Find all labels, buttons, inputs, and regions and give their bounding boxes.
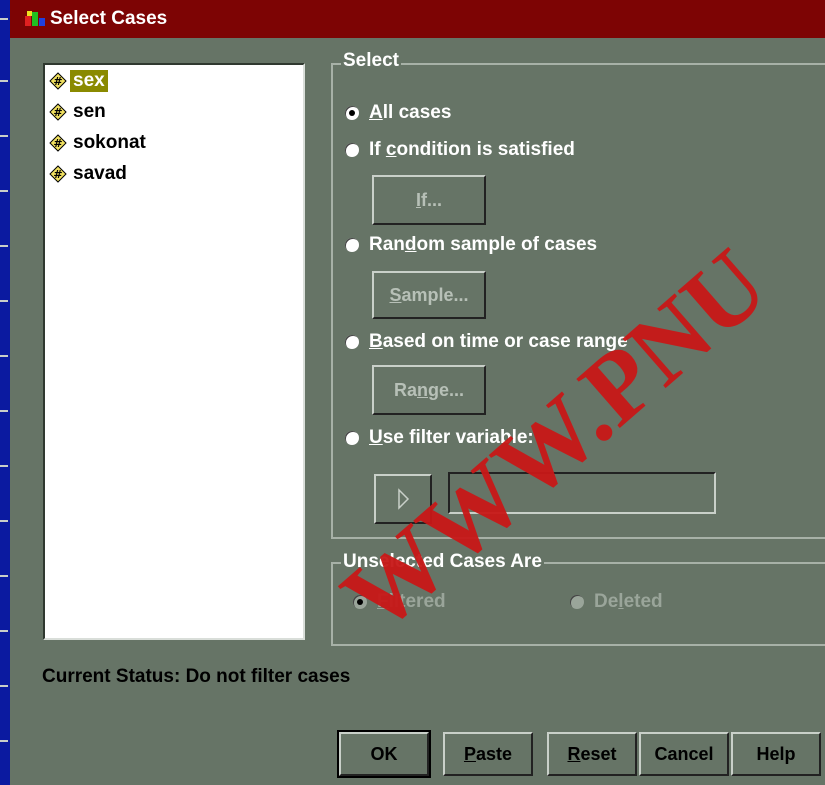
spss-app-icon <box>25 11 45 26</box>
radio-random-sample-label: Random sample of cases <box>369 234 598 255</box>
paste-button-label: Paste <box>463 743 513 764</box>
edge-tick <box>0 245 8 247</box>
edge-tick <box>0 80 8 82</box>
radio-deleted-label: Deleted <box>594 591 663 612</box>
radio-indicator[interactable] <box>345 106 359 120</box>
ok-button-label: OK <box>370 743 398 764</box>
radio-indicator[interactable] <box>345 143 359 157</box>
radio-random-sample[interactable]: Random sample of cases <box>345 234 597 256</box>
list-item[interactable]: # sen <box>49 99 109 125</box>
reset-button-label: Reset <box>567 743 617 764</box>
title-bar[interactable]: Select Cases <box>10 0 825 38</box>
sample-button[interactable]: Sample... <box>372 271 486 319</box>
range-button-label: Range... <box>393 379 465 400</box>
radio-if-condition-label: If condition is satisfied <box>369 139 575 160</box>
list-item-label: sen <box>73 101 106 122</box>
cancel-button[interactable]: Cancel <box>639 732 729 776</box>
if-button-label: If... <box>415 189 442 210</box>
radio-indicator[interactable] <box>345 431 359 445</box>
edge-tick <box>0 410 8 412</box>
list-item-label: sex <box>70 70 108 92</box>
select-cases-dialog: # sex # sen # sokonat # savad Select All cases … <box>10 38 825 785</box>
edge-tick <box>0 355 8 357</box>
svg-text:#: # <box>53 75 62 88</box>
window-left-edge <box>0 0 10 785</box>
svg-text:#: # <box>53 106 62 119</box>
numeric-variable-icon: # <box>49 134 67 152</box>
list-item[interactable]: # sokonat <box>49 130 149 156</box>
help-button-label: Help <box>756 743 796 764</box>
paste-button[interactable]: Paste <box>443 732 533 776</box>
svg-text:#: # <box>53 168 62 181</box>
radio-indicator[interactable] <box>345 238 359 252</box>
window-title: Select Cases <box>50 8 168 29</box>
radio-if-condition[interactable]: If condition is satisfied <box>345 139 575 161</box>
range-button[interactable]: Range... <box>372 365 486 415</box>
edge-tick <box>0 685 8 687</box>
numeric-variable-icon: # <box>49 103 67 121</box>
svg-text:#: # <box>53 137 62 150</box>
edge-tick <box>0 135 8 137</box>
numeric-variable-icon: # <box>49 165 67 183</box>
if-button[interactable]: If... <box>372 175 486 225</box>
sample-button-label: Sample... <box>389 284 469 305</box>
ok-button[interactable]: OK <box>337 730 431 778</box>
edge-tick <box>0 740 8 742</box>
cancel-button-label: Cancel <box>654 743 714 764</box>
edge-tick <box>0 575 8 577</box>
radio-all-cases[interactable]: All cases <box>345 102 451 124</box>
reset-button[interactable]: Reset <box>547 732 637 776</box>
edge-tick <box>0 300 8 302</box>
edge-tick <box>0 630 8 632</box>
current-status: Current Status: Do not filter cases <box>42 666 351 687</box>
list-item-label: sokonat <box>73 132 146 153</box>
edge-tick <box>0 190 8 192</box>
radio-indicator[interactable] <box>345 335 359 349</box>
list-item[interactable]: # savad <box>49 161 130 187</box>
radio-indicator[interactable] <box>570 595 584 609</box>
list-item-label: savad <box>73 163 127 184</box>
edge-tick <box>0 520 8 522</box>
numeric-variable-icon: # <box>49 72 67 90</box>
edge-tick <box>0 465 8 467</box>
radio-all-cases-label: All cases <box>369 102 452 123</box>
edge-tick <box>0 18 8 20</box>
help-button[interactable]: Help <box>731 732 821 776</box>
select-group-label: Select <box>341 50 401 72</box>
variable-list[interactable]: # sex # sen # sokonat # savad <box>43 63 305 640</box>
list-item[interactable]: # sex <box>49 68 108 94</box>
radio-deleted[interactable]: Deleted <box>570 591 663 613</box>
